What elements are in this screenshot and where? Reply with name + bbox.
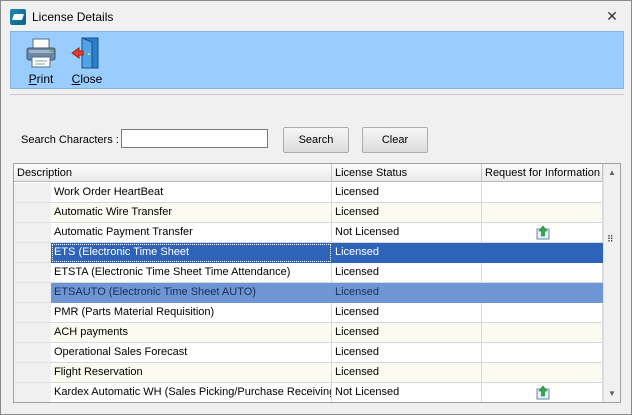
cell-description[interactable]: ETS (Electronic Time Sheet [51,243,332,263]
row-indent [14,303,51,323]
table-row[interactable]: ETS (Electronic Time Sheet Licensed [14,243,604,263]
upload-request-icon[interactable] [536,385,550,400]
clear-button[interactable]: Clear [362,127,428,153]
license-grid: Description License Status Request for I… [13,163,621,403]
row-indent [14,243,51,263]
row-indent [14,323,51,343]
row-indent [14,203,51,223]
column-header-description[interactable]: Description [14,164,332,182]
cell-description[interactable]: Kardex Automatic WH (Sales Picking/Purch… [51,383,332,402]
cell-license-status[interactable]: Licensed [332,323,482,343]
printer-icon [26,38,56,68]
table-row[interactable]: Work Order HeartBeat Licensed [14,183,604,203]
cell-request-for-information[interactable] [482,243,603,263]
cell-request-for-information[interactable] [482,203,603,223]
row-indent [14,283,51,303]
cell-request-for-information[interactable] [482,183,603,203]
row-indent [14,383,51,402]
cell-description[interactable]: Automatic Wire Transfer [51,203,332,223]
cell-request-for-information[interactable] [482,283,603,303]
search-button[interactable]: Search [283,127,349,153]
scroll-down-icon[interactable]: ▼ [604,385,620,402]
cell-license-status[interactable]: Licensed [332,183,482,203]
table-row[interactable]: ETSAUTO (Electronic Time Sheet AUTO) Lice… [14,283,604,303]
scroll-grip-icon[interactable]: ⠿ [607,234,617,244]
cell-request-for-information[interactable] [482,303,603,323]
cell-request-for-information[interactable] [482,343,603,363]
cell-description[interactable]: Flight Reservation [51,363,332,383]
cell-license-status[interactable]: Not Licensed [332,383,482,402]
cell-request-for-information[interactable] [482,363,603,383]
cell-license-status[interactable]: Licensed [332,343,482,363]
column-header-license-status[interactable]: License Status [332,164,482,182]
title-bar: License Details ✕ [1,1,631,31]
upload-request-icon[interactable] [536,225,550,240]
row-indent [14,223,51,243]
table-row[interactable]: Automatic Wire Transfer Licensed [14,203,604,223]
print-label: Print [28,72,54,86]
cell-license-status[interactable]: Licensed [332,263,482,283]
close-window-icon[interactable]: ✕ [606,9,618,23]
row-indent [14,363,51,383]
window-title: License Details [32,10,114,24]
close-label: Close [71,72,103,86]
search-input[interactable] [121,129,268,148]
table-row[interactable]: PMR (Parts Material Requisition) Licensed [14,303,604,323]
cell-license-status[interactable]: Licensed [332,243,482,263]
cell-request-for-information[interactable] [482,223,603,243]
exit-door-icon [71,37,99,69]
cell-license-status[interactable]: Licensed [332,283,482,303]
cell-request-for-information[interactable] [482,383,603,402]
cell-license-status[interactable]: Licensed [332,203,482,223]
cell-description[interactable]: Automatic Payment Transfer [51,223,332,243]
cell-request-for-information[interactable] [482,263,603,283]
close-button[interactable]: Close [67,34,107,88]
table-row[interactable]: Flight Reservation Licensed [14,363,604,383]
table-row[interactable]: ACH payments Licensed [14,323,604,343]
print-button[interactable]: Print [21,34,61,88]
cell-description[interactable]: ETSAUTO (Electronic Time Sheet AUTO) [51,283,332,303]
table-row[interactable]: Operational Sales Forecast Licensed [14,343,604,363]
table-row[interactable]: Kardex Automatic WH (Sales Picking/Purch… [14,383,604,402]
cell-license-status[interactable]: Not Licensed [332,223,482,243]
cell-license-status[interactable]: Licensed [332,363,482,383]
cell-description[interactable]: PMR (Parts Material Requisition) [51,303,332,323]
cell-request-for-information[interactable] [482,323,603,343]
grid-header: Description License Status Request for I… [14,164,604,182]
cell-description[interactable]: Work Order HeartBeat [51,183,332,203]
app-icon [10,9,26,25]
license-details-window: License Details ✕ Print Close Search Cha… [0,0,632,415]
toolbar: Print Close [10,31,624,89]
cell-description[interactable]: Operational Sales Forecast [51,343,332,363]
row-indent [14,263,51,283]
search-label: Search Characters : [21,134,119,146]
row-indent [14,343,51,363]
search-panel: Search Characters : Search Clear [10,94,624,163]
scroll-up-icon[interactable]: ▲ [604,164,620,181]
cell-license-status[interactable]: Licensed [332,303,482,323]
column-header-request-for-information[interactable]: Request for Information [482,164,603,182]
cell-description[interactable]: ACH payments [51,323,332,343]
row-indent [14,183,51,203]
table-row[interactable]: Automatic Payment Transfer Not Licensed [14,223,604,243]
vertical-scrollbar[interactable]: ▲ ⠿ ▼ [603,164,620,402]
cell-description[interactable]: ETSTA (Electronic Time Sheet Time Attend… [51,263,332,283]
table-row[interactable]: ETSTA (Electronic Time Sheet Time Attend… [14,263,604,283]
